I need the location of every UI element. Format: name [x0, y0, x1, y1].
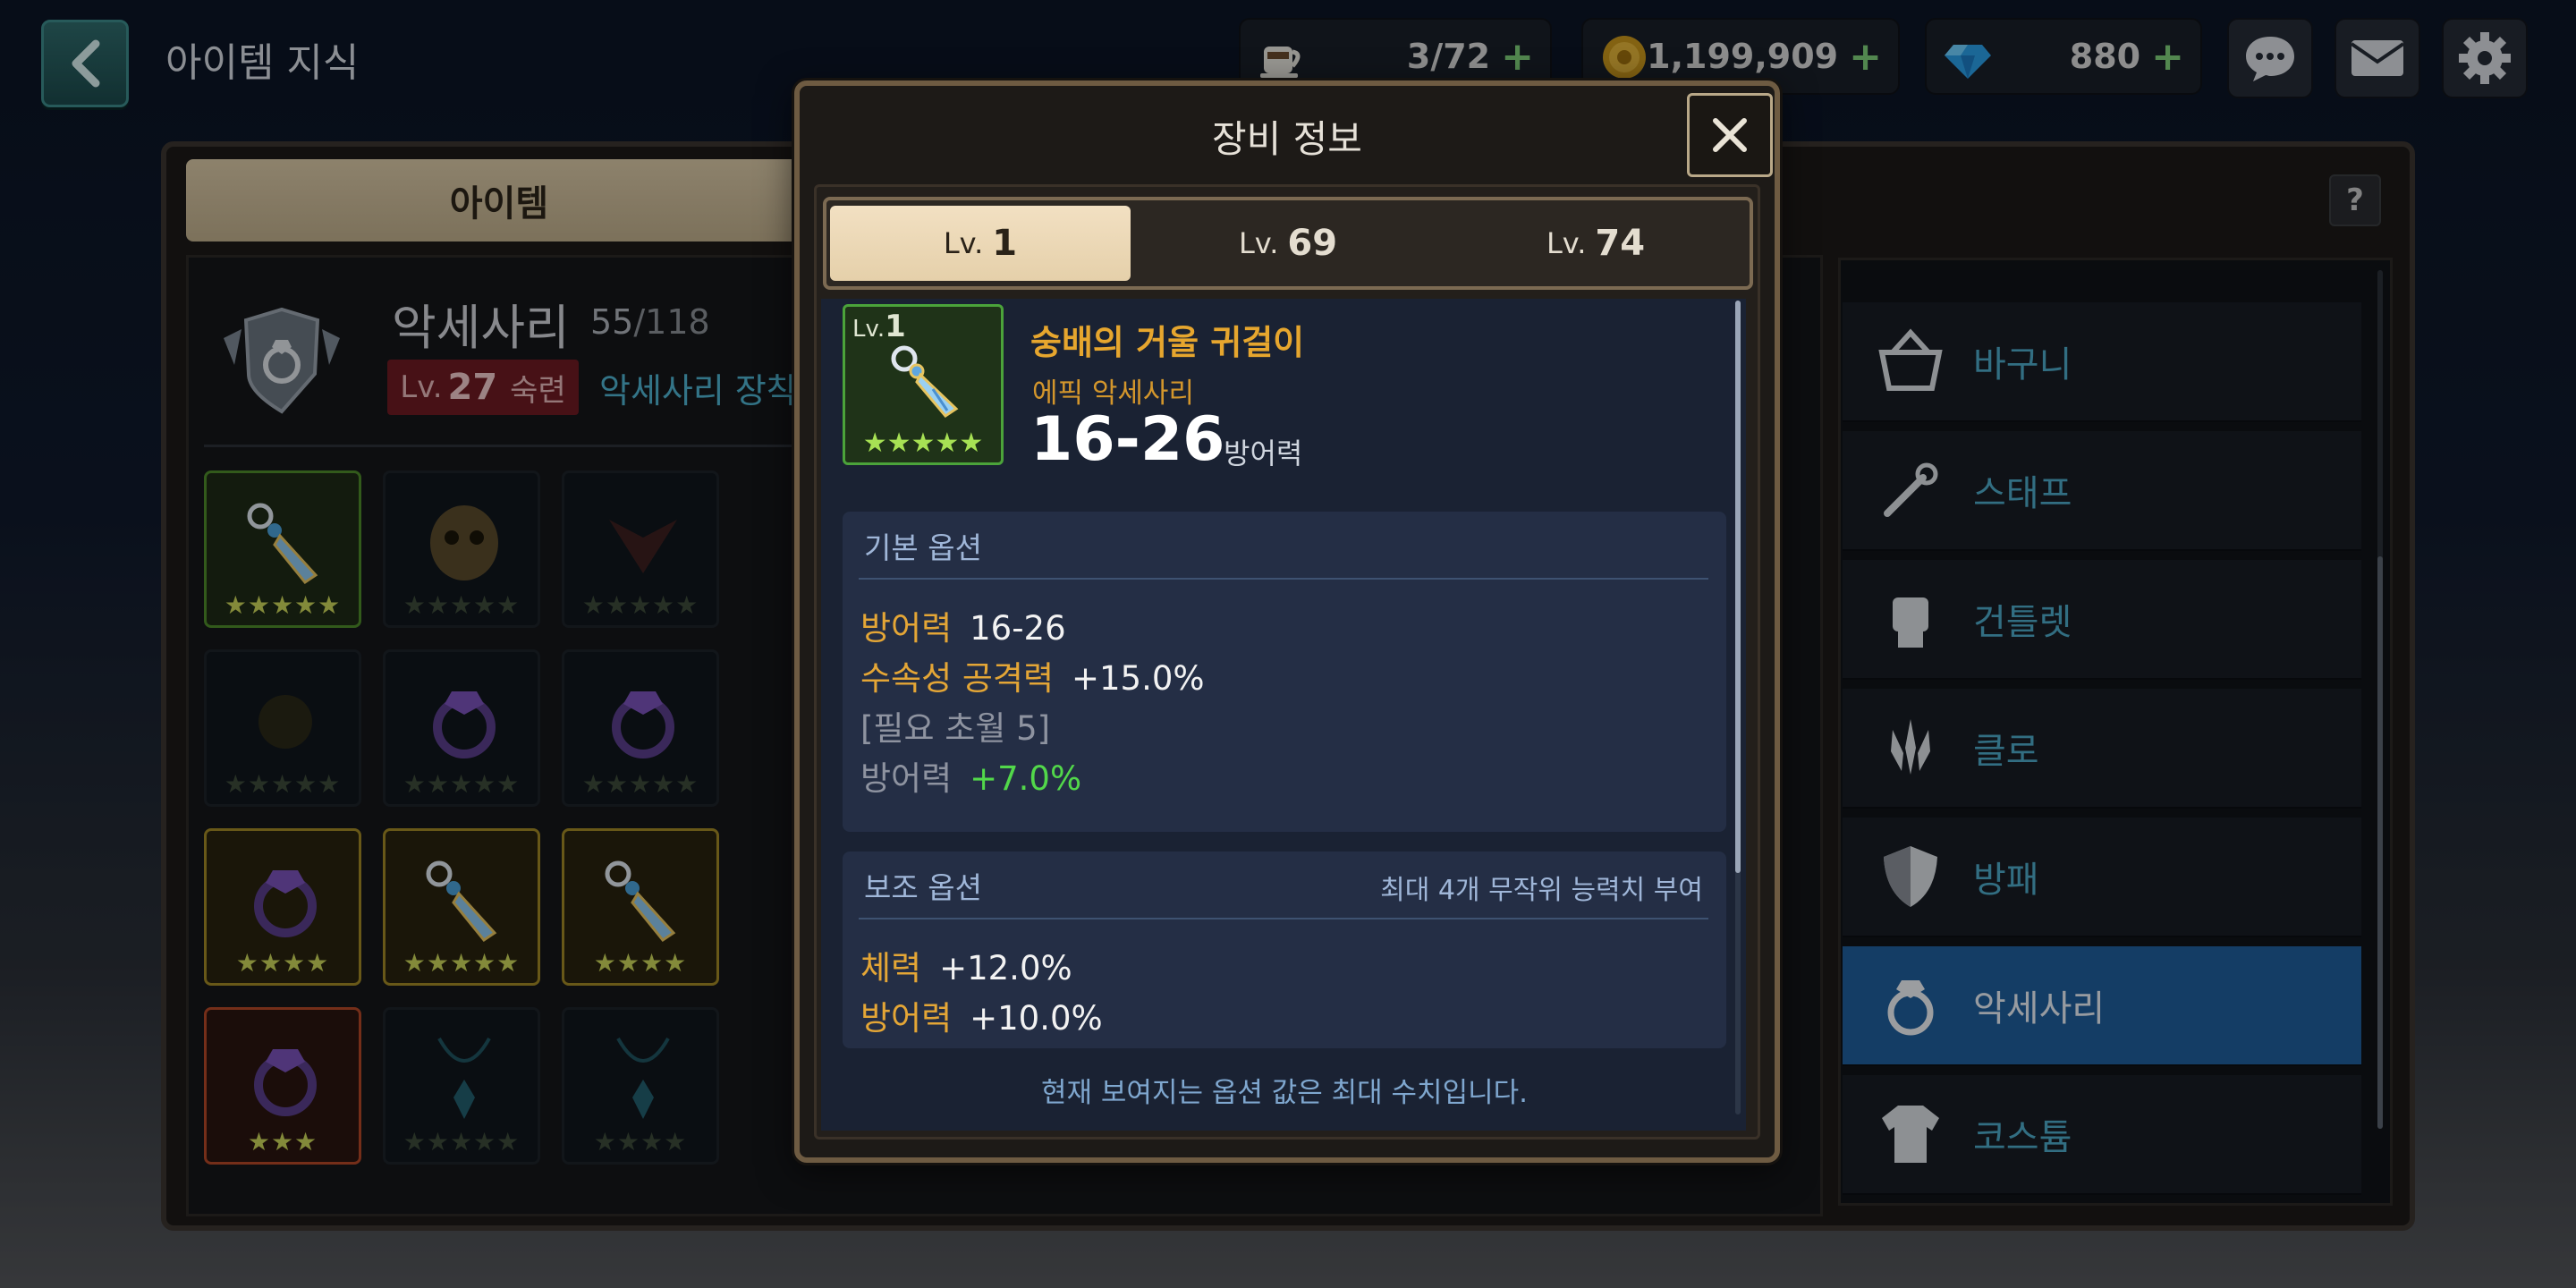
sub-options-title: 보조 옵션 — [864, 870, 982, 905]
sub-options-box: 보조 옵션 최대 4개 무작위 능력치 부여 체력 +12.0% 방어력 +10.0… — [843, 852, 1726, 1048]
tab-lv-prefix: Lv. — [1238, 226, 1279, 260]
tab-lv-74[interactable]: Lv. 74 — [1445, 206, 1746, 281]
earring-icon — [891, 345, 959, 418]
option-key: 방어력 — [860, 609, 953, 648]
option-key: 방어력 — [860, 759, 953, 798]
item-thumb-lv-prefix: Lv. — [852, 316, 886, 343]
base-option-line: 방어력 +7.0% — [860, 751, 1081, 800]
item-defense-label: 방어력 — [1224, 436, 1303, 470]
tab-lv-value: 1 — [992, 223, 1018, 264]
tab-lv-1[interactable]: Lv. 1 — [830, 206, 1131, 281]
base-option-line: 수속성 공격력 +15.0% — [860, 651, 1205, 699]
item-defense-value: 16-26 — [1030, 404, 1225, 475]
option-value: 16-26 — [970, 609, 1066, 648]
tab-lv-prefix: Lv. — [1546, 226, 1587, 260]
option-key: 방어력 — [860, 999, 953, 1038]
sub-options-note: 최대 4개 무작위 능력치 부여 — [1380, 875, 1703, 906]
item-thumbnail: Lv.1 ★★★★★ — [843, 304, 1004, 465]
tab-lv-prefix: Lv. — [943, 226, 984, 260]
level-tabs: Lv. 1 Lv. 69 Lv. 74 — [823, 197, 1753, 290]
modal-title: 장비 정보 — [1212, 117, 1362, 161]
divider — [859, 918, 1708, 919]
tab-lv-69[interactable]: Lv. 69 — [1138, 206, 1438, 281]
footer-note: 현재 보여지는 옵션 값은 최대 수치입니다. — [1041, 1077, 1528, 1109]
option-value: +7.0% — [970, 759, 1082, 798]
close-button[interactable] — [1687, 93, 1773, 177]
option-value: +10.0% — [970, 999, 1103, 1038]
tab-lv-value: 74 — [1595, 223, 1646, 264]
divider — [859, 578, 1708, 580]
base-option-requirement: [필요 초월 5] — [860, 709, 1051, 748]
option-key: 수속성 공격력 — [860, 659, 1055, 698]
close-icon — [1713, 118, 1747, 152]
item-thumb-stars: ★★★★★ — [862, 428, 984, 459]
option-value: +12.0% — [939, 949, 1072, 987]
option-key: 체력 — [860, 949, 922, 987]
modal-scrollbar[interactable] — [1735, 301, 1741, 1114]
item-name: 숭배의 거울 귀걸이 — [1030, 323, 1305, 362]
sub-option-line: 방어력 +10.0% — [860, 991, 1103, 1039]
scrollbar-thumb[interactable] — [1735, 301, 1741, 873]
sub-option-line: 체력 +12.0% — [860, 941, 1072, 989]
option-value: +15.0% — [1072, 659, 1205, 698]
base-options-title: 기본 옵션 — [864, 530, 982, 565]
base-options-box: 기본 옵션 방어력 16-26 수속성 공격력 +15.0% [필요 초월 5] 방… — [843, 512, 1726, 832]
base-option-line: 방어력 16-26 — [860, 601, 1066, 649]
tab-lv-value: 69 — [1287, 223, 1338, 264]
